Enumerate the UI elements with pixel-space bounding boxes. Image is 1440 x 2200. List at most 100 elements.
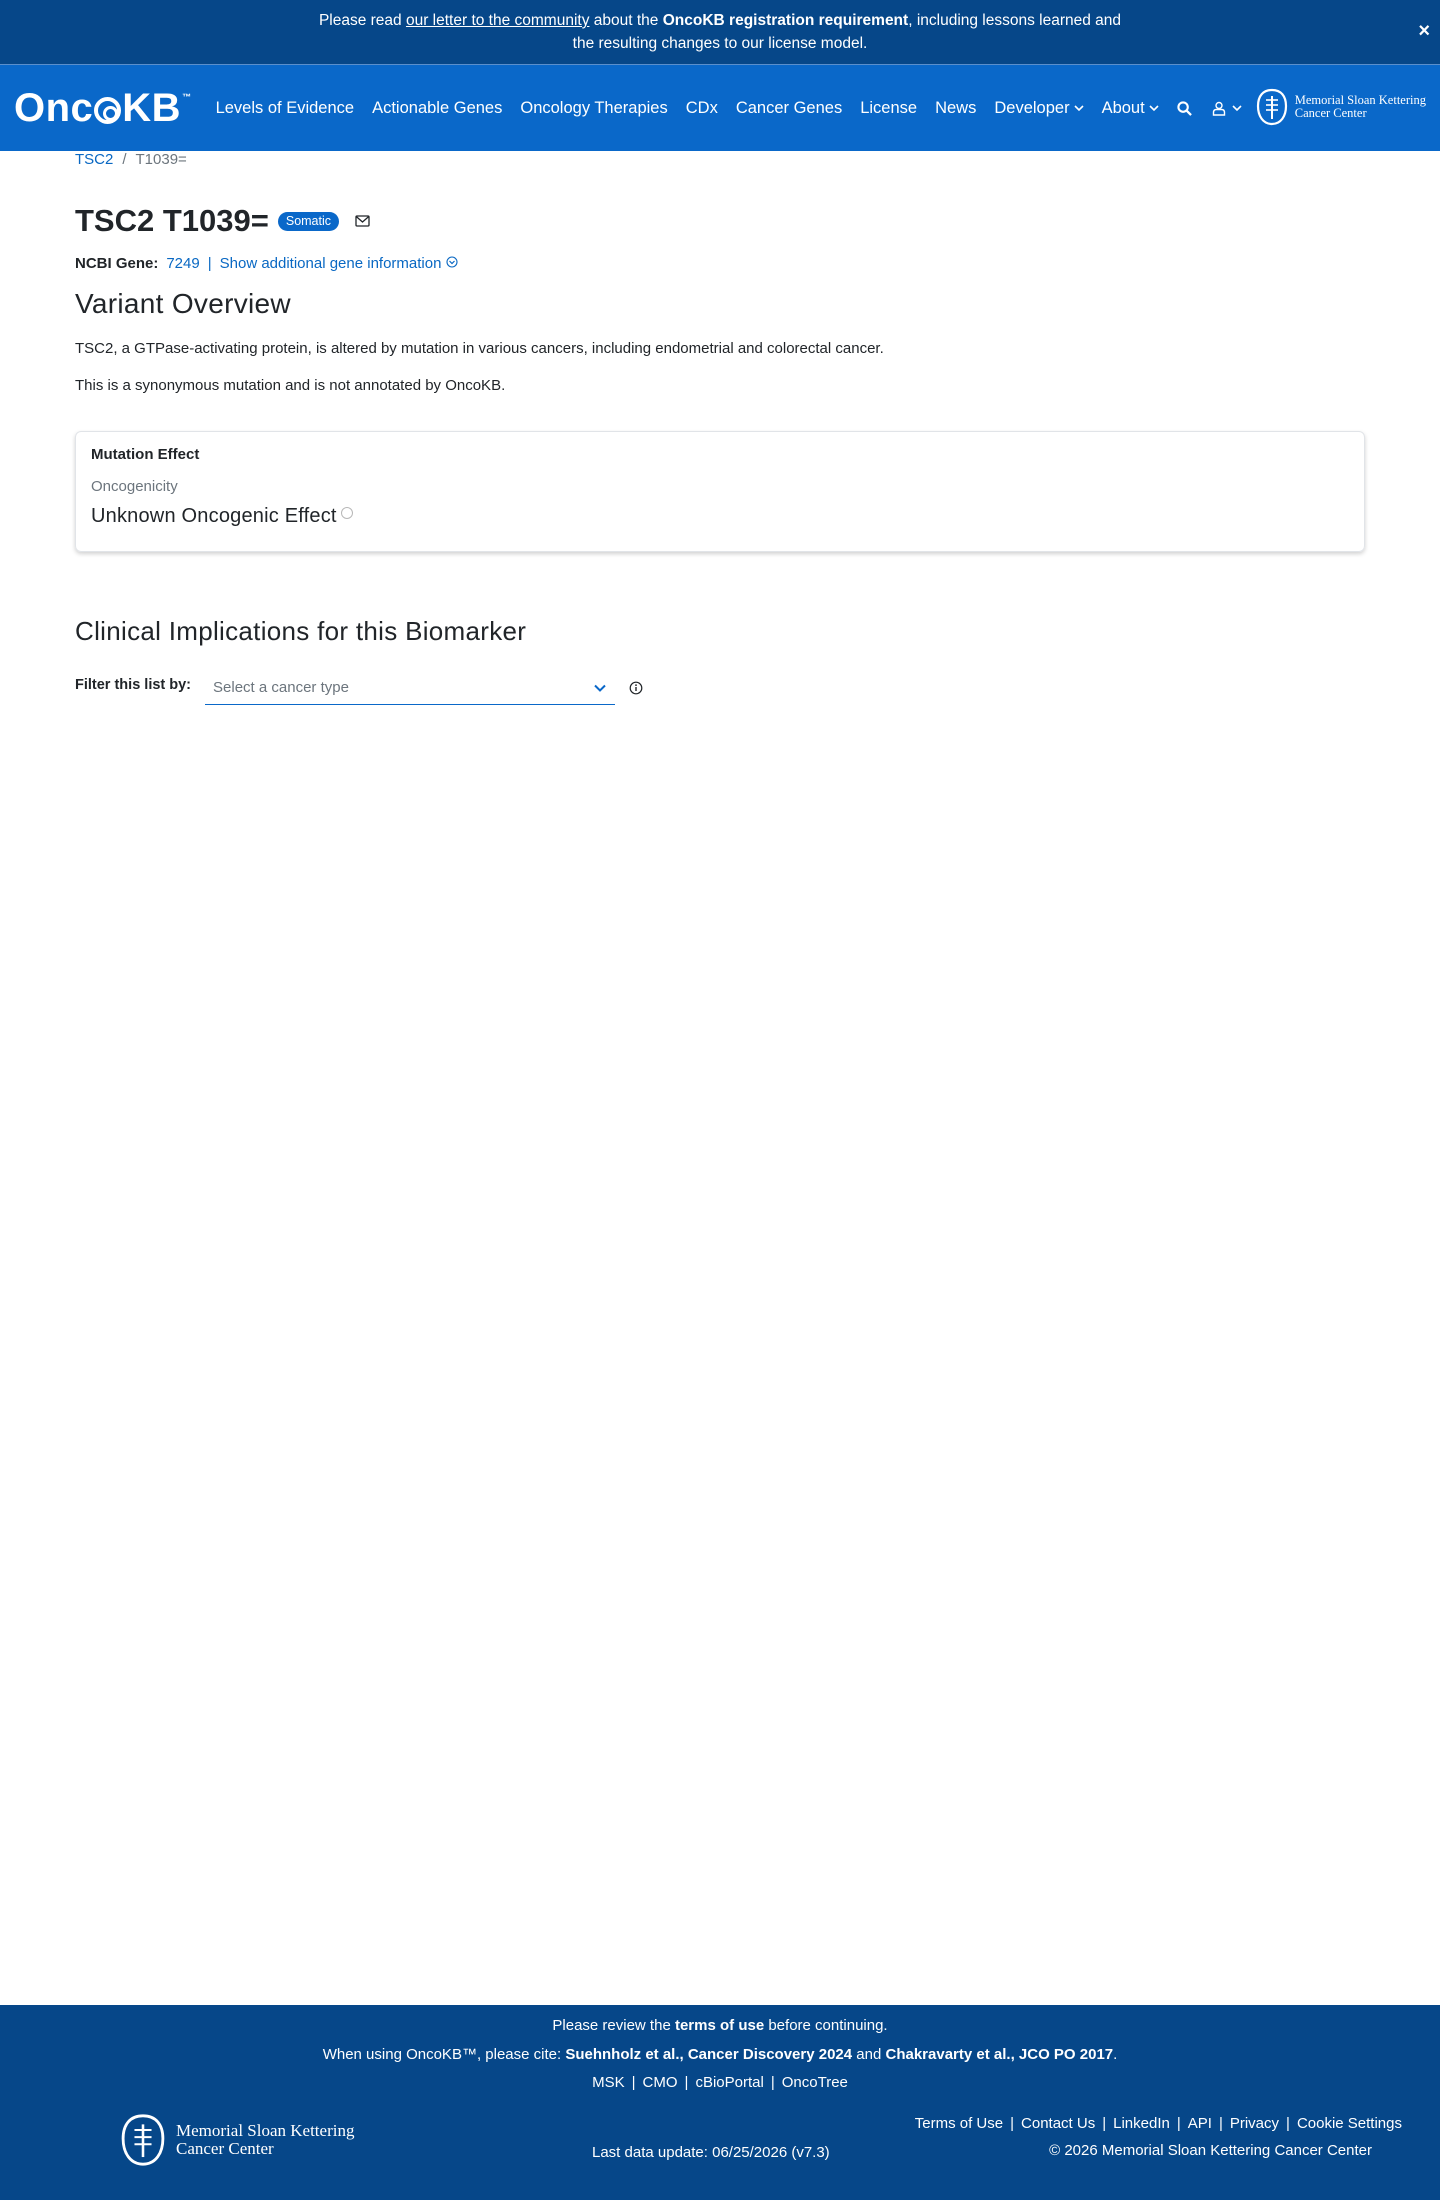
footer-sep: | xyxy=(1176,2115,1181,2132)
last-data-update: Last data update: 06/25/2026 (v7.3) xyxy=(592,2144,830,2161)
footer-citation-line: When using OncoKB™, please cite: Suehnho… xyxy=(0,2046,1440,2063)
footer-msk-text: Memorial Sloan Kettering Cancer Center xyxy=(176,2122,354,2158)
footer-cite-end: . xyxy=(1113,2046,1118,2063)
footer-terms-of-use[interactable]: Terms of Use xyxy=(915,2115,1003,2132)
logo-ring-icon xyxy=(94,96,122,124)
cancer-type-select[interactable]: Select a cancer type xyxy=(205,671,616,705)
footer-cite-prefix: When using OncoKB™, please cite: xyxy=(322,2046,566,2063)
footer: Please review the terms of use before co… xyxy=(0,2005,1440,2200)
nav-about-label: About xyxy=(1101,98,1145,117)
nav-developer-label: Developer xyxy=(994,98,1070,117)
chevron-circle-down-icon xyxy=(446,256,459,268)
oncogenicity-value-row: Unknown Oncogenic Effect xyxy=(91,505,1349,528)
filter-label: Filter this list by: xyxy=(75,677,192,693)
show-gene-info-link[interactable]: Show additional gene information xyxy=(220,255,459,272)
oncogenicity-value: Unknown Oncogenic Effect xyxy=(91,505,337,527)
chevron-down-icon xyxy=(594,684,606,692)
msk-logo[interactable]: Memorial Sloan Kettering Cancer Center xyxy=(1256,88,1426,126)
chevron-down-icon xyxy=(1074,105,1084,112)
breadcrumb-gene-link[interactable]: TSC2 xyxy=(75,151,113,168)
announcement-banner: Please read our letter to the community … xyxy=(0,0,1440,65)
nav-about-dropdown[interactable]: About xyxy=(1102,99,1159,118)
oncogenic-status-icon xyxy=(340,507,353,519)
footer-msk-line-1: Memorial Sloan Kettering xyxy=(176,2121,355,2140)
ncbi-gene-link[interactable]: 7249 xyxy=(166,255,199,272)
breadcrumb: TSC2 / T1039= xyxy=(75,151,1365,181)
footer-sep: | xyxy=(631,2074,636,2091)
oncogenicity-label: Oncogenicity xyxy=(91,478,178,495)
gene-description: TSC2, a GTPase-activating protein, is al… xyxy=(75,340,884,357)
footer-cookie-settings[interactable]: Cookie Settings xyxy=(1297,2115,1402,2132)
title-row: TSC2 T1039= Somatic xyxy=(75,201,1365,241)
nav-license[interactable]: License xyxy=(860,99,917,118)
footer-sep: | xyxy=(684,2074,689,2091)
footer-terms-link[interactable]: terms of use xyxy=(675,2017,764,2034)
announcement-line-2: the resulting changes to our license mod… xyxy=(572,35,868,52)
close-icon[interactable]: × xyxy=(1418,20,1430,43)
clinical-implications-heading: Clinical Implications for this Biomarker xyxy=(75,616,527,646)
mutation-effect-title: Mutation Effect xyxy=(91,446,200,463)
community-letter-link[interactable]: our letter to the community xyxy=(406,12,590,29)
nav-developer-dropdown[interactable]: Developer xyxy=(994,98,1084,118)
chevron-down-icon xyxy=(1149,105,1159,112)
gene-info-row: NCBI Gene: 7249 | Show additional gene i… xyxy=(75,255,1365,272)
msk-logo-icon xyxy=(121,2114,165,2166)
logo-trademark: ™ xyxy=(182,92,192,102)
announcement-suffix: , including lessons learned and xyxy=(908,12,1122,29)
variant-overview-heading: Variant Overview xyxy=(75,288,291,319)
filter-row: Filter this list by: Select a cancer typ… xyxy=(75,671,1365,705)
ncbi-gene-label: NCBI Gene: xyxy=(75,255,159,272)
somatic-badge: Somatic xyxy=(277,211,340,231)
footer-msk-logo[interactable]: Memorial Sloan Kettering Cancer Center xyxy=(120,2113,354,2167)
msk-logo-text: Memorial Sloan Kettering Cancer Center xyxy=(1295,94,1426,120)
nav-cdx[interactable]: CDx xyxy=(686,99,718,118)
nav-cancer-genes[interactable]: Cancer Genes xyxy=(736,99,842,118)
info-icon[interactable] xyxy=(629,681,643,695)
chevron-down-icon xyxy=(1232,105,1242,112)
msk-logo-icon xyxy=(1256,88,1287,126)
announcement-middle: about the xyxy=(589,12,663,29)
page-title: TSC2 T1039= xyxy=(75,203,269,238)
footer-sep: | xyxy=(1218,2115,1223,2132)
citation-link-1[interactable]: Suehnholz et al., Cancer Discovery 2024 xyxy=(565,2046,852,2063)
footer-api[interactable]: API xyxy=(1188,2115,1212,2132)
citation-link-2[interactable]: Chakravarty et al., JCO PO 2017 xyxy=(886,2046,1114,2063)
nav-levels-of-evidence[interactable]: Levels of Evidence xyxy=(216,99,355,118)
gene-info-separator: | xyxy=(207,255,212,272)
footer-link-msk[interactable]: MSK xyxy=(592,2074,625,2091)
copyright: © 2026 Memorial Sloan Kettering Cancer C… xyxy=(1049,2142,1372,2159)
nav-news[interactable]: News xyxy=(935,99,976,118)
breadcrumb-separator: / xyxy=(122,151,127,168)
show-gene-info-label: Show additional gene information xyxy=(219,255,442,272)
footer-link-cbioportal[interactable]: cBioPortal xyxy=(695,2074,763,2091)
footer-sep: | xyxy=(1286,2115,1290,2132)
announcement-prefix: Please read xyxy=(318,12,406,29)
footer-linkedin[interactable]: LinkedIn xyxy=(1113,2115,1170,2132)
variant-note: This is a synonymous mutation and is not… xyxy=(75,377,506,394)
logo-text-left: Onc xyxy=(14,85,94,130)
footer-sep: | xyxy=(1102,2115,1107,2132)
footer-terms-line: Please review the terms of use before co… xyxy=(0,2017,1440,2034)
footer-contact-us[interactable]: Contact Us xyxy=(1021,2115,1095,2132)
user-menu[interactable] xyxy=(1212,101,1242,116)
footer-review-prefix: Please review the xyxy=(552,2017,675,2034)
footer-cite-and: and xyxy=(852,2046,886,2063)
footer-sep: | xyxy=(1010,2115,1015,2132)
footer-partner-links: MSK | CMO | cBioPortal | OncoTree xyxy=(0,2074,1440,2091)
logo-text-right: KB xyxy=(122,85,182,130)
footer-right-links: Terms of Use | Contact Us | LinkedIn | API | Pri… xyxy=(915,2115,1402,2132)
mutation-effect-card: Mutation Effect Oncogenicity Unknown Onc… xyxy=(75,431,1365,552)
footer-privacy[interactable]: Privacy xyxy=(1230,2115,1279,2132)
search-icon[interactable] xyxy=(1177,100,1192,116)
main-content: TSC2 / T1039= TSC2 T1039= Somatic NCBI Gen… xyxy=(75,151,1365,705)
footer-link-oncotree[interactable]: OncoTree xyxy=(782,2074,848,2091)
nav-actionable-genes[interactable]: Actionable Genes xyxy=(372,99,502,118)
nav-items: Levels of Evidence Actionable Genes Onco… xyxy=(216,99,1262,118)
breadcrumb-current: T1039= xyxy=(135,151,187,168)
footer-sep: | xyxy=(770,2074,775,2091)
mail-icon[interactable] xyxy=(355,215,370,227)
footer-link-cmo[interactable]: CMO xyxy=(643,2074,678,2091)
oncokb-logo[interactable]: Onc KB ™ xyxy=(14,86,192,131)
announcement-line-1: Please read our letter to the community … xyxy=(0,9,1440,32)
nav-oncology-therapies[interactable]: Oncology Therapies xyxy=(520,99,667,118)
